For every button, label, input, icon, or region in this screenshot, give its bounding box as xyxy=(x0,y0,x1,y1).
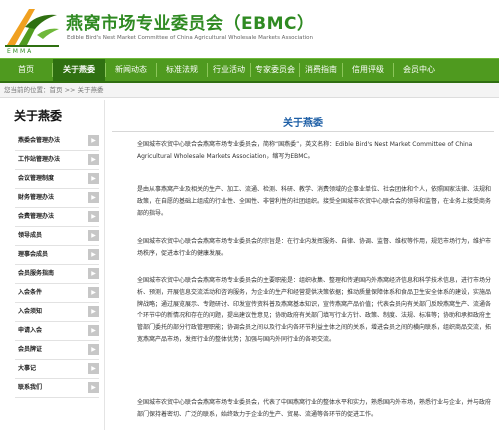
sidebar-item-label: 会议管理制度 xyxy=(18,175,55,182)
sidebar-item-apply[interactable]: 申请入会 ▶ xyxy=(15,322,99,341)
sidebar-item-label: 会员服务指南 xyxy=(18,270,55,277)
breadcrumb-bar: 您当前的位置：首页 >> 关于燕委 xyxy=(0,83,499,98)
chevron-right-icon: ▶ xyxy=(88,287,99,298)
sidebar-item-management-rules[interactable]: 燕委会管理办法 ▶ xyxy=(15,132,99,151)
site-title: 燕窝市场专业委员会（EBMC） xyxy=(66,14,315,34)
nav-member-center[interactable]: 会员中心 xyxy=(394,59,444,81)
nav-standards[interactable]: 标准法规 xyxy=(157,59,207,81)
chevron-right-icon: ▶ xyxy=(88,230,99,241)
sidebar-item-label: 入会须知 xyxy=(18,308,43,315)
sidebar-item-label: 大事记 xyxy=(18,365,37,372)
nav-credit-rating[interactable]: 信用评级 xyxy=(343,59,393,81)
sidebar-item-finance-rules[interactable]: 财务管理办法 ▶ xyxy=(15,189,99,208)
sidebar-item-join-notice[interactable]: 入会须知 ▶ xyxy=(15,303,99,322)
intro-paragraph: 全国城市农贸中心联合会燕窝市场专业委员会，简称“国燕委”，英文名称：Edible… xyxy=(137,141,473,160)
chevron-right-icon: ▶ xyxy=(88,344,99,355)
sidebar-menu: 燕委会管理办法 ▶ 工作站管理办法 ▶ 会议管理制度 ▶ 财务管理办法 ▶ 会费管理办法… xyxy=(15,132,99,398)
site-subtitle: Edible Bird's Nest Market Committee of C… xyxy=(67,35,314,41)
sidebar-item-label: 会员牌证 xyxy=(18,346,43,353)
chevron-right-icon: ▶ xyxy=(88,135,99,146)
chevron-right-icon: ▶ xyxy=(88,325,99,336)
nav-news[interactable]: 新闻动态 xyxy=(106,59,156,81)
nav-about[interactable]: 关于燕委 xyxy=(53,59,105,81)
sidebar-item-label: 理事会成员 xyxy=(18,251,49,258)
sidebar-item-milestones[interactable]: 大事记 ▶ xyxy=(15,360,99,379)
chevron-right-icon: ▶ xyxy=(88,249,99,260)
ebmc-logo[interactable]: EMMA xyxy=(3,5,61,55)
sidebar-item-workstation-rules[interactable]: 工作站管理办法 ▶ xyxy=(15,151,99,170)
organization-paragraph: 是由从事燕窝产业及相关的生产、加工、流通、检测、科研、教学、消费领域的企事业单位… xyxy=(137,186,492,217)
sidebar-item-label: 燕委会管理办法 xyxy=(18,137,61,144)
chevron-right-icon: ▶ xyxy=(88,382,99,393)
chevron-right-icon: ▶ xyxy=(88,173,99,184)
sidebar-item-join-conditions[interactable]: 入会条件 ▶ xyxy=(15,284,99,303)
nav-events[interactable]: 行业活动 xyxy=(208,59,250,81)
chevron-right-icon: ▶ xyxy=(88,306,99,317)
sidebar-item-label: 工作站管理办法 xyxy=(18,156,61,163)
chevron-right-icon: ▶ xyxy=(88,211,99,222)
page-title: 关于燕委 xyxy=(283,118,323,129)
sidebar-item-label: 领导成员 xyxy=(18,232,43,239)
site-header: EMMA 燕窝市场专业委员会（EBMC） Edible Bird's Nest … xyxy=(0,0,499,58)
nav-consumer-guide[interactable]: 消费指南 xyxy=(300,59,342,81)
sidebar-item-fee-rules[interactable]: 会费管理办法 ▶ xyxy=(15,208,99,227)
purpose-paragraph: 全国城市农贸中心联合会燕窝市场专业委员会的宗旨是：在行业内发挥服务、自律、协调、… xyxy=(137,238,492,257)
sidebar-item-council[interactable]: 理事会成员 ▶ xyxy=(15,246,99,265)
sidebar-item-member-certificate[interactable]: 会员牌证 ▶ xyxy=(15,341,99,360)
chevron-right-icon: ▶ xyxy=(88,192,99,203)
sidebar-title: 关于燕委 xyxy=(14,109,63,123)
column-divider xyxy=(104,100,105,430)
chevron-right-icon: ▶ xyxy=(88,268,99,279)
sidebar-item-contact[interactable]: 联系我们 ▶ xyxy=(15,379,99,398)
sidebar-item-meeting-rules[interactable]: 会议管理制度 ▶ xyxy=(15,170,99,189)
main-nav: 首页 关于燕委 新闻动态 标准法规 行业活动 专家委员会 消费指南 信用评级 会… xyxy=(0,58,499,83)
nav-home[interactable]: 首页 xyxy=(0,59,52,81)
chevron-right-icon: ▶ xyxy=(88,154,99,165)
sidebar-item-label: 入会条件 xyxy=(18,289,43,296)
title-divider xyxy=(112,131,494,132)
sidebar-item-leaders[interactable]: 领导成员 ▶ xyxy=(15,227,99,246)
bird-nest-logo-icon xyxy=(5,9,59,47)
nav-experts[interactable]: 专家委员会 xyxy=(251,59,299,81)
sidebar-item-member-guide[interactable]: 会员服务指南 ▶ xyxy=(15,265,99,284)
sidebar-item-label: 联系我们 xyxy=(18,384,43,391)
sidebar-item-label: 财务管理办法 xyxy=(18,194,55,201)
sidebar-item-label: 会费管理办法 xyxy=(18,213,55,220)
breadcrumb[interactable]: 您当前的位置：首页 >> 关于燕委 xyxy=(4,84,104,96)
logo-wordmark: EMMA xyxy=(7,48,34,55)
sidebar-item-label: 申请入会 xyxy=(18,327,43,334)
chevron-right-icon: ▶ xyxy=(88,363,99,374)
functions-paragraph: 全国城市农贸中心联合会燕窝市场专业委员会的主要职能是：组织收集、整理和传递国内外… xyxy=(137,277,492,343)
representation-paragraph: 全国城市农贸中心联合会燕窝市场专业委员会，代表了中国燕窝行业的整体水平和实力，熟… xyxy=(137,399,492,418)
